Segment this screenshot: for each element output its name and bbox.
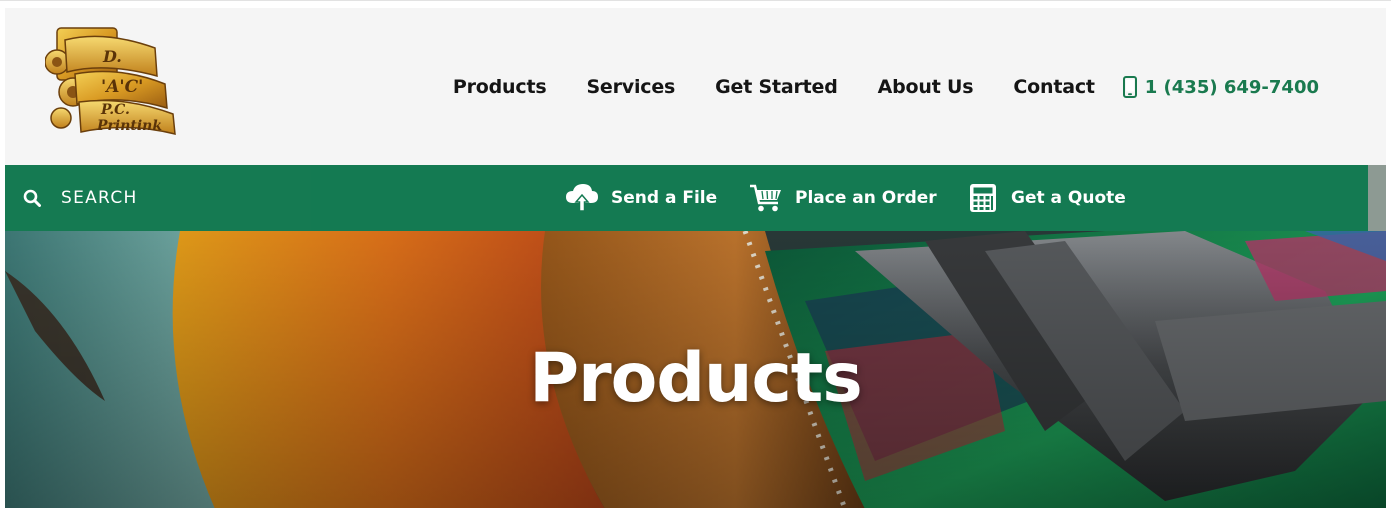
get-a-quote-button[interactable]: Get a Quote (967, 165, 1126, 231)
search-box[interactable]: SEARCH (5, 165, 311, 231)
calculator-icon (970, 184, 996, 212)
phone-link[interactable]: 1 (435) 649-7400 (1122, 76, 1319, 98)
get-a-quote-label: Get a Quote (1011, 188, 1126, 208)
action-bar-edge (1368, 165, 1386, 231)
hero-banner: Products (5, 231, 1386, 508)
nav-about-us[interactable]: About Us (878, 76, 974, 98)
place-an-order-button[interactable]: Place an Order (749, 165, 937, 231)
logo-text-1: D. (102, 47, 122, 66)
place-an-order-label: Place an Order (795, 188, 937, 208)
printing-press-logo-icon: D. 'A'C' P.C. Printink (44, 27, 176, 135)
nav-contact[interactable]: Contact (1013, 76, 1095, 98)
logo-text-2: 'A'C' (101, 77, 143, 97)
cloud-upload-icon (566, 184, 598, 212)
logo-text-3: P.C. (100, 102, 130, 118)
send-a-file-button[interactable]: Send a File (565, 165, 717, 231)
site-logo[interactable]: D. 'A'C' P.C. Printink (44, 22, 177, 138)
search-label: SEARCH (61, 188, 138, 208)
page-frame: D. 'A'C' P.C. Printink Products Services… (0, 0, 1391, 508)
send-a-file-label: Send a File (611, 188, 718, 208)
logo-text-4: Printink (96, 118, 162, 134)
action-bar: SEARCH Send a File Place an Order Get a … (5, 165, 1368, 231)
nav-products[interactable]: Products (453, 76, 547, 98)
site-header: D. 'A'C' P.C. Printink Products Services… (5, 8, 1386, 165)
page-title: Products (529, 339, 862, 418)
search-icon (23, 189, 41, 207)
shopping-cart-icon (750, 184, 781, 212)
nav-get-started[interactable]: Get Started (715, 76, 838, 98)
mobile-phone-icon (1122, 76, 1137, 98)
nav-services[interactable]: Services (586, 76, 675, 98)
main-nav: Products Services Get Started About Us C… (453, 72, 1319, 102)
phone-number: 1 (435) 649-7400 (1144, 76, 1319, 98)
